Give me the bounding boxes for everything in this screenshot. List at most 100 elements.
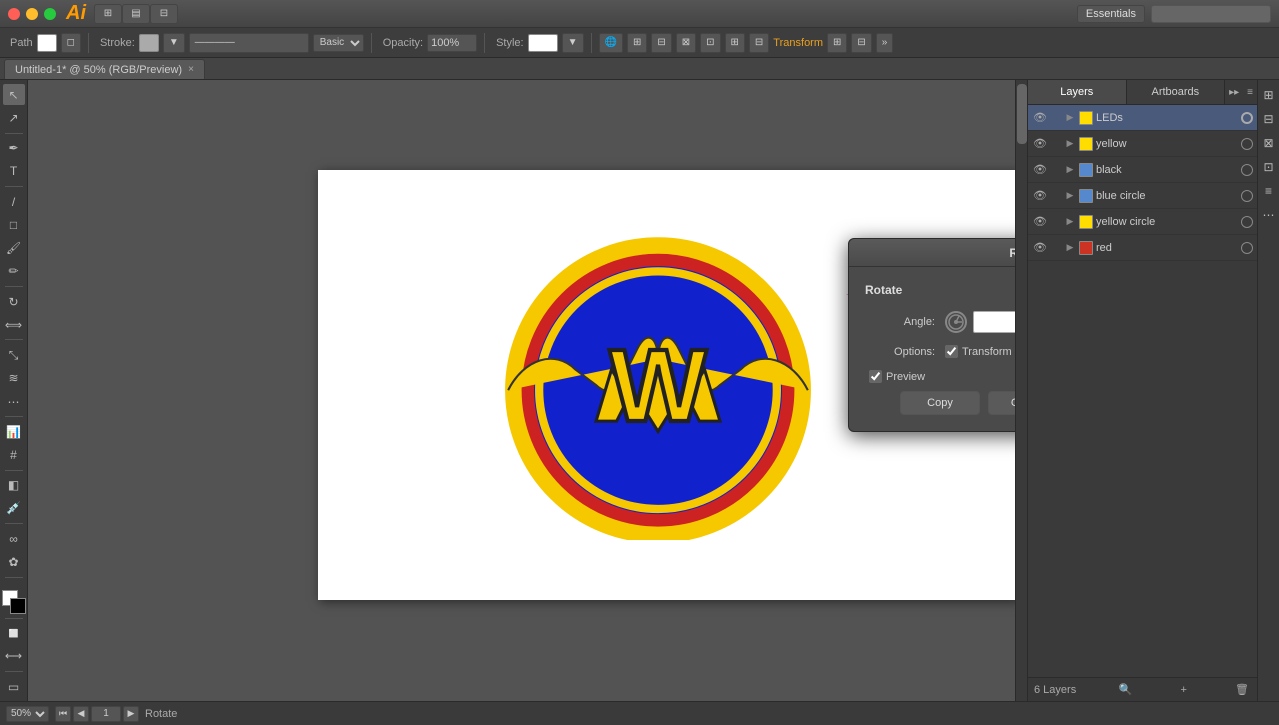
background-swatch[interactable]	[10, 598, 26, 614]
scrollbar-thumb[interactable]	[1017, 84, 1027, 144]
menu-btn-1[interactable]: ⊞	[94, 4, 122, 24]
stroke-swatch[interactable]	[139, 34, 159, 52]
style-swatch[interactable]	[528, 34, 558, 52]
layer-visibility-1[interactable]: 👁	[1032, 136, 1048, 152]
document-tab[interactable]: Untitled-1* @ 50% (RGB/Preview) ×	[4, 59, 205, 79]
opacity-input[interactable]: 100%	[427, 34, 477, 52]
type-tool[interactable]: T	[3, 161, 25, 182]
gradient-tool[interactable]: ◧	[3, 475, 25, 496]
maximize-button[interactable]	[44, 8, 56, 20]
reflect-tool[interactable]: ⟺	[3, 314, 25, 335]
stroke-mode-btn[interactable]: ◻	[61, 33, 81, 53]
more-btn[interactable]: »	[876, 33, 894, 53]
right-edge-btn-1[interactable]: ⊞	[1258, 84, 1279, 106]
mesh-tool[interactable]: #	[3, 444, 25, 465]
stroke-options-btn[interactable]: ▼	[163, 33, 185, 53]
layer-row[interactable]: 👁 ▶ yellow circle	[1028, 209, 1257, 235]
panel-menu-btn[interactable]: ≡	[1243, 80, 1257, 104]
layer-row[interactable]: 👁 ▶ LEDs	[1028, 105, 1257, 131]
pencil-tool[interactable]: ✏	[3, 261, 25, 282]
vertical-scrollbar[interactable]	[1015, 80, 1027, 701]
tab-artboards[interactable]: Artboards	[1127, 80, 1226, 104]
brush-tool[interactable]: 🖌	[3, 237, 25, 258]
angle-input[interactable]: 360/8	[973, 311, 1015, 333]
layer-expand-2[interactable]: ▶	[1064, 164, 1076, 176]
direct-select-tool[interactable]: ↗	[3, 107, 25, 128]
layer-row[interactable]: 👁 ▶ yellow	[1028, 131, 1257, 157]
right-edge-btn-5[interactable]: ≡	[1258, 180, 1279, 202]
panel-expand-btn[interactable]: ▸▸	[1225, 80, 1243, 104]
globe-btn[interactable]: 🌐	[599, 33, 623, 53]
layer-visibility-5[interactable]: 👁	[1032, 240, 1048, 256]
layer-expand-0[interactable]: ▶	[1064, 112, 1076, 124]
align-btn-3[interactable]: ⊠	[676, 33, 696, 53]
delete-layer-btn[interactable]: 🗑	[1233, 681, 1251, 699]
wonder-woman-svg: W	[503, 230, 813, 540]
layer-row[interactable]: 👁 ▶ blue circle	[1028, 183, 1257, 209]
new-layer-btn[interactable]: +	[1175, 681, 1193, 699]
style-select[interactable]: Basic	[313, 34, 364, 52]
essentials-button[interactable]: Essentials	[1077, 5, 1145, 23]
fill-swatch[interactable]	[37, 34, 57, 52]
pen-tool[interactable]: ✒	[3, 137, 25, 158]
rotate-tool[interactable]: ↻	[3, 291, 25, 312]
line-tool[interactable]: /	[3, 191, 25, 212]
transform-link[interactable]: Transform	[773, 37, 823, 49]
next-page-btn[interactable]: ▶	[123, 706, 139, 722]
tab-close-btn[interactable]: ×	[188, 64, 194, 75]
search-layers-btn[interactable]: 🔍	[1116, 681, 1134, 699]
right-edge-btn-3[interactable]: ⊠	[1258, 132, 1279, 154]
align-btn-4[interactable]: ⊡	[700, 33, 720, 53]
minimize-button[interactable]	[26, 8, 38, 20]
rect-tool[interactable]: □	[3, 214, 25, 235]
eyedropper-tool[interactable]: 💉	[3, 498, 25, 519]
transform-objects-check[interactable]	[945, 345, 958, 358]
menu-btn-3[interactable]: ⊟	[150, 4, 178, 24]
transform-btn-1[interactable]: ⊞	[827, 33, 847, 53]
layer-visibility-2[interactable]: 👁	[1032, 162, 1048, 178]
prev-page-btn[interactable]: ◀	[73, 706, 89, 722]
align-btn-6[interactable]: ⊟	[749, 33, 769, 53]
layer-expand-1[interactable]: ▶	[1064, 138, 1076, 150]
transform-objects-checkbox[interactable]: Transform Objects	[945, 345, 1015, 358]
layer-expand-4[interactable]: ▶	[1064, 216, 1076, 228]
align-btn-2[interactable]: ⊟	[651, 33, 671, 53]
none-swatch[interactable]: ⬜	[3, 622, 25, 643]
transform-btn-2[interactable]: ⊟	[851, 33, 871, 53]
layer-visibility-3[interactable]: 👁	[1032, 188, 1048, 204]
tab-layers[interactable]: Layers	[1028, 80, 1127, 104]
right-edge-btn-4[interactable]: ⊡	[1258, 156, 1279, 178]
symbol-tool[interactable]: ✿	[3, 551, 25, 572]
layer-visibility-4[interactable]: 👁	[1032, 214, 1048, 230]
screen-mode-btn[interactable]: ▭	[3, 676, 25, 697]
align-btn-5[interactable]: ⊞	[725, 33, 745, 53]
reflect-icon[interactable]: ⟷	[3, 646, 25, 667]
copy-button[interactable]: Copy	[900, 391, 980, 415]
cancel-button[interactable]: Cancel	[988, 391, 1015, 415]
layer-expand-3[interactable]: ▶	[1064, 190, 1076, 202]
right-edge-btn-6[interactable]: ⋯	[1258, 204, 1279, 226]
preview-checkbox[interactable]: Preview	[869, 370, 925, 383]
page-input[interactable]	[91, 706, 121, 722]
menu-btn-2[interactable]: ▤	[122, 4, 150, 24]
layer-expand-5[interactable]: ▶	[1064, 242, 1076, 254]
align-btn-1[interactable]: ⊞	[627, 33, 647, 53]
first-page-btn[interactable]: ⏮	[55, 706, 71, 722]
warp-tool[interactable]: ≋	[3, 368, 25, 389]
scale-tool[interactable]: ⤡	[3, 344, 25, 365]
stroke-line-btn[interactable]: ————	[189, 33, 309, 53]
canvas-area[interactable]: ✦	[28, 80, 1015, 701]
style-options-btn[interactable]: ▼	[562, 33, 584, 53]
search-input[interactable]	[1151, 5, 1271, 23]
layer-visibility-0[interactable]: 👁	[1032, 110, 1048, 126]
graph-tool[interactable]: 📊	[3, 421, 25, 442]
width-tool[interactable]: ⋯	[3, 391, 25, 412]
close-button[interactable]	[8, 8, 20, 20]
layer-row[interactable]: 👁 ▶ red	[1028, 235, 1257, 261]
zoom-select[interactable]: 50%	[6, 706, 49, 722]
preview-check[interactable]	[869, 370, 882, 383]
layer-row[interactable]: 👁 ▶ black	[1028, 157, 1257, 183]
select-tool[interactable]: ↖	[3, 84, 25, 105]
blend-tool[interactable]: ∞	[3, 528, 25, 549]
right-edge-btn-2[interactable]: ⊟	[1258, 108, 1279, 130]
